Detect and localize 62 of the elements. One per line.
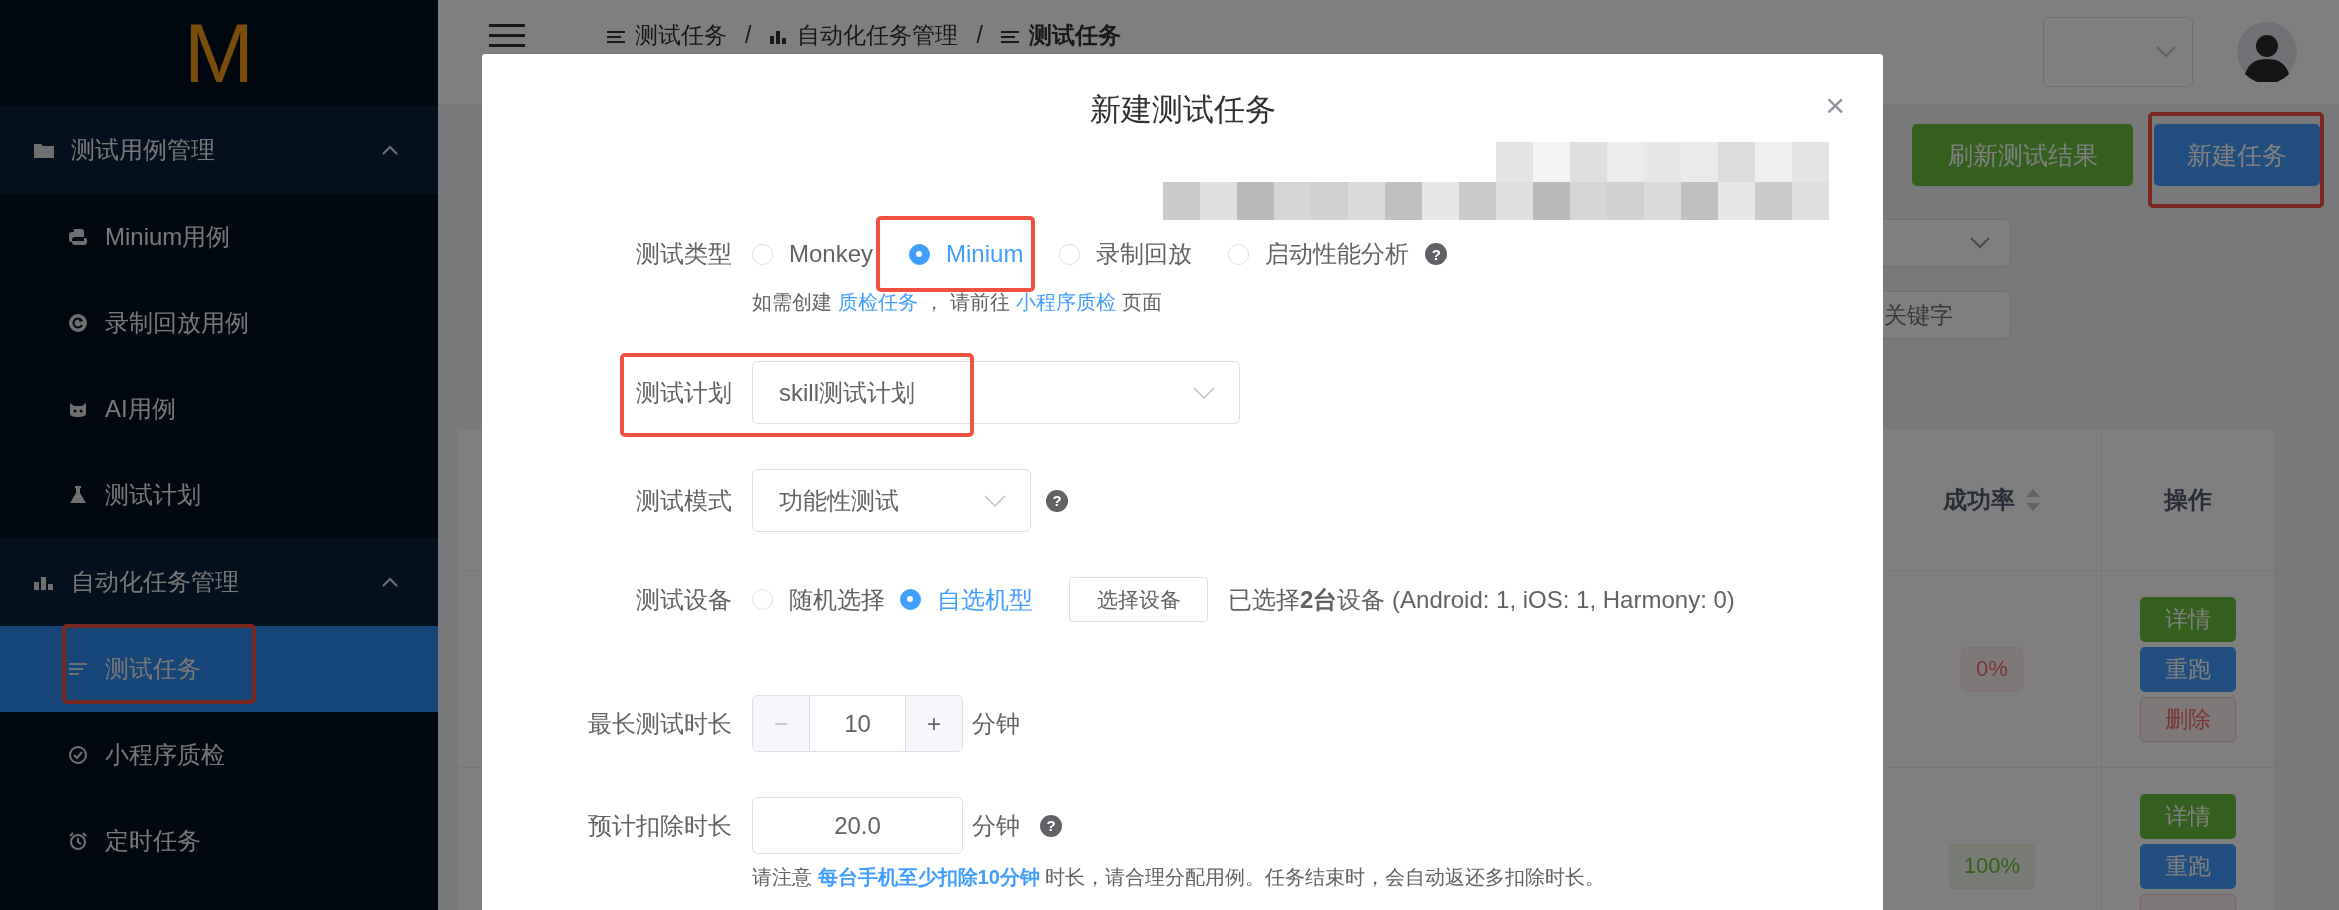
snake-icon	[68, 227, 88, 247]
decrement-button: −	[753, 696, 810, 751]
dialog-title: 新建测试任务	[1089, 91, 1276, 129]
chevron-down-icon	[984, 494, 1006, 507]
selection-summary: 已选择2台设备 (Android: 1, iOS: 1, Harmony: 0)	[1228, 584, 1735, 615]
increment-button[interactable]: +	[905, 696, 962, 751]
flask-icon	[68, 485, 88, 505]
radio-button[interactable]	[900, 589, 921, 610]
field-label: 测试模式	[635, 485, 733, 516]
unit-label: 分钟	[972, 810, 1020, 841]
rate-tag: 0%	[1961, 646, 2023, 692]
menu-icon	[489, 22, 525, 50]
select-field[interactable]	[2043, 17, 2193, 87]
radio-button[interactable]	[909, 243, 931, 265]
field-label: 最长测试时长	[587, 708, 733, 739]
chevron-down-icon	[1193, 386, 1215, 399]
menu-item[interactable]: AI用例	[0, 366, 438, 452]
menu-item[interactable]: 小程序质检	[0, 712, 438, 798]
alarm-clock-icon	[68, 831, 88, 851]
refresh-icon	[68, 313, 88, 333]
column-header: 操作	[2102, 429, 2275, 571]
help-icon[interactable]: ?	[1040, 814, 1062, 837]
link[interactable]: 质检任务	[838, 291, 918, 313]
hint-text: 如需创建 质检任务 ， 请前往 小程序质检 页面	[752, 290, 1163, 315]
menu-item[interactable]: Minium用例	[0, 194, 438, 280]
logo: M	[183, 5, 255, 102]
help-icon[interactable]: ?	[1425, 243, 1448, 265]
breadcrumb-item[interactable]: 自动化任务管理	[769, 20, 959, 51]
chevron-down-icon	[1970, 237, 1990, 249]
field-label: 测试类型	[635, 239, 733, 269]
menu-group[interactable]: 测试用例管理	[0, 106, 438, 194]
radio-option[interactable]: Minium	[909, 240, 1024, 268]
breadcrumb-separator: /	[976, 22, 983, 49]
avatar	[2237, 22, 2297, 82]
breadcrumb-item: 测试任务	[1000, 20, 1121, 51]
number-input[interactable]: − 10 +	[752, 695, 963, 752]
radio-option[interactable]: 录制回放	[1059, 238, 1193, 270]
breadcrumb-item[interactable]: 测试任务	[607, 20, 727, 51]
select-field[interactable]: skill测试计划	[752, 361, 1240, 424]
chevron-down-icon	[2156, 46, 2176, 58]
radio-option[interactable]: 启动性能分析	[1228, 238, 1410, 270]
link[interactable]: 小程序质检	[1015, 291, 1116, 313]
menu-item[interactable]: 测试计划	[0, 452, 438, 538]
radio-option[interactable]: Monkey	[752, 240, 874, 268]
menu-item[interactable]: 录制回放用例	[0, 280, 438, 366]
unit-label: 分钟	[972, 708, 1020, 739]
check-circle-icon	[68, 745, 88, 765]
field-label: 预计扣除时长	[587, 810, 733, 841]
close-button[interactable]: ×	[1825, 88, 1845, 122]
rate-tag: 100%	[1948, 843, 2036, 889]
menu-group[interactable]: 自动化任务管理	[0, 538, 438, 626]
menu-item[interactable]: 定时任务	[0, 798, 438, 884]
field-label: 测试设备	[635, 584, 733, 615]
help-icon[interactable]: ?	[1046, 489, 1068, 512]
radio-option[interactable]: 自选机型	[900, 583, 1033, 616]
breadcrumb-separator: /	[745, 22, 752, 49]
select-field[interactable]: 功能性测试	[752, 469, 1031, 532]
input-field[interactable]: 20.0	[752, 797, 963, 854]
radio-option[interactable]: 随机选择	[752, 583, 885, 616]
select-device-button[interactable]: 选择设备	[1069, 577, 1208, 622]
field-label: 测试计划	[635, 377, 733, 408]
note-text: 请注意 每台手机至少扣除10分钟 时长，请合理分配用例。任务结束时，会自动返还多扣除时长。	[752, 865, 1607, 890]
